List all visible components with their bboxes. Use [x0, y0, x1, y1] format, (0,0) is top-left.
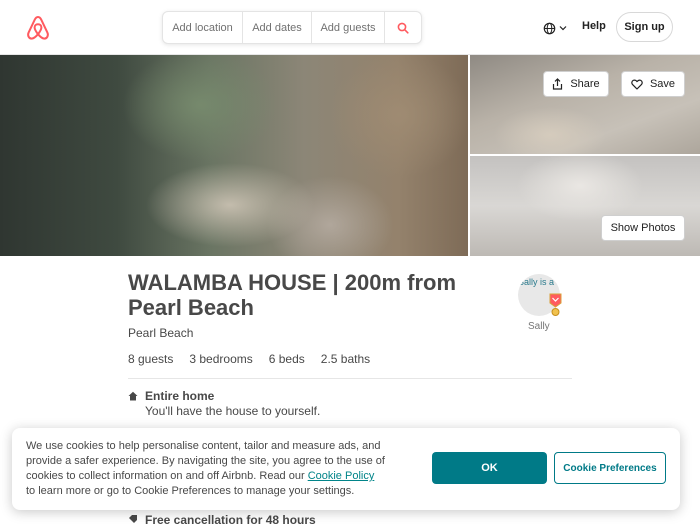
heart-icon [631, 79, 643, 90]
save-button[interactable]: Save [621, 71, 685, 97]
cookie-text-after: to learn more or go to Cookie Preference… [26, 485, 355, 497]
home-icon [128, 391, 138, 401]
main-photo[interactable] [0, 55, 468, 256]
add-location-field[interactable]: Add location [163, 12, 243, 43]
host-name: Sally [528, 321, 550, 332]
host-avatar-alt-text: Sally is a Superhost [518, 277, 560, 287]
share-icon [553, 78, 563, 90]
sign-up-button[interactable]: Sign up [616, 12, 673, 42]
add-dates-field[interactable]: Add dates [243, 12, 312, 43]
help-link[interactable]: Help [582, 20, 606, 32]
show-photos-button[interactable]: Show Photos [601, 215, 685, 241]
stat-bedrooms: 3 bedrooms [189, 352, 253, 366]
globe-icon [543, 22, 556, 34]
cookie-ok-button[interactable]: OK [432, 452, 547, 484]
cookie-preferences-button[interactable]: Cookie Preferences [554, 452, 666, 484]
photo-top-right[interactable] [470, 55, 700, 154]
share-label: Share [570, 78, 600, 90]
tag-icon [129, 515, 137, 523]
site-header: Add location Add dates Add guests Help S… [0, 0, 700, 55]
cookie-banner-text: We use cookies to help personalise conte… [26, 439, 386, 499]
listing-title: WALAMBA HOUSE | 200m from Pearl Beach [128, 270, 457, 320]
stat-baths: 2.5 baths [320, 352, 371, 366]
feature-free-cancellation-title: Free cancellation for 48 hours [145, 513, 316, 525]
section-divider [128, 378, 572, 379]
cookie-banner: We use cookies to help personalise conte… [12, 428, 680, 510]
search-button[interactable] [385, 12, 421, 43]
listing-stats: 8 guests 3 bedrooms 6 beds 2.5 baths [128, 352, 386, 366]
listing-location[interactable]: Pearl Beach [128, 326, 193, 340]
chevron-down-icon [559, 26, 567, 31]
save-label: Save [649, 78, 676, 90]
search-bar: Add location Add dates Add guests [162, 11, 422, 44]
photo-bottom-right[interactable] [470, 156, 700, 256]
feature-entire-home-description: You'll have the house to yourself. [145, 404, 321, 418]
airbnb-logo[interactable] [25, 14, 51, 42]
add-guests-field[interactable]: Add guests [312, 12, 385, 43]
stat-beds: 6 beds [268, 352, 305, 366]
feature-entire-home-title: Entire home [145, 389, 215, 403]
share-button[interactable]: Share [543, 71, 609, 97]
stat-guests: 8 guests [128, 352, 174, 366]
search-icon [397, 22, 409, 34]
cookie-policy-link[interactable]: Cookie Policy [308, 470, 375, 482]
language-selector[interactable] [543, 20, 567, 36]
superhost-badge-icon [549, 293, 562, 316]
